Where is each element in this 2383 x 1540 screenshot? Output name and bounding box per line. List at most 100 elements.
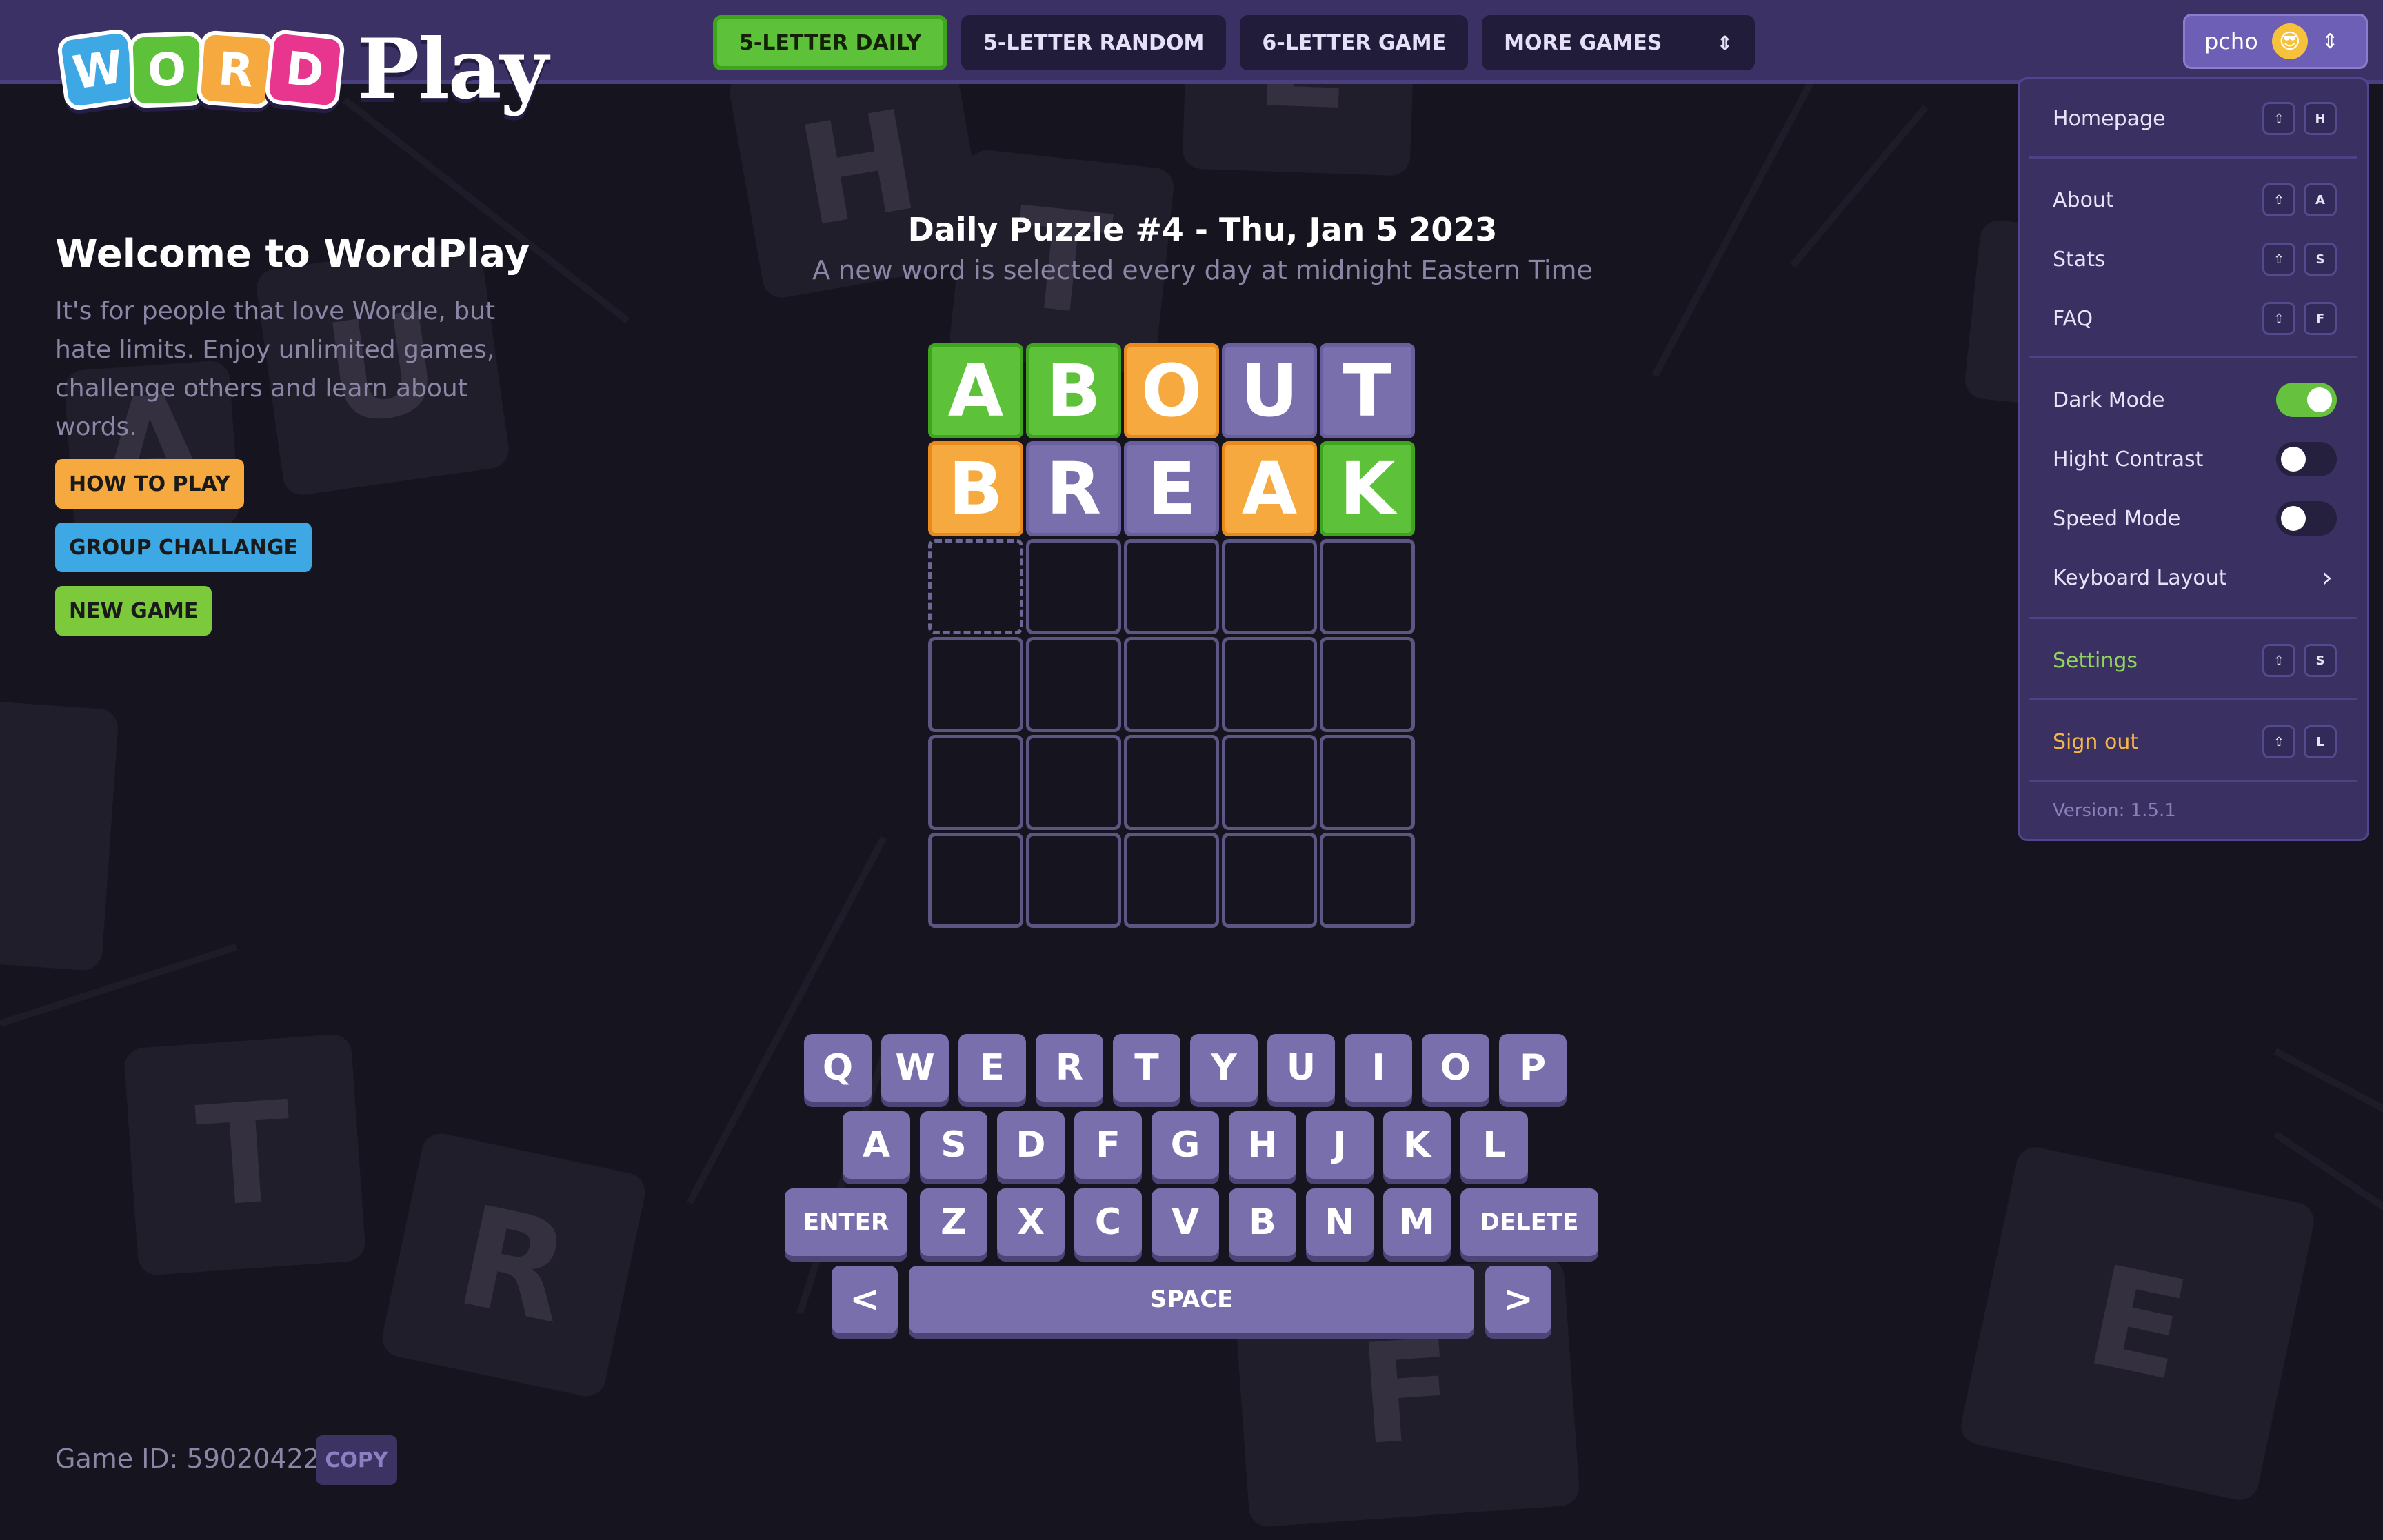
board-cell: A: [928, 343, 1023, 438]
key-j[interactable]: J: [1306, 1111, 1374, 1179]
version-label: Version: 1.5.1: [2053, 800, 2176, 821]
key-t[interactable]: T: [1113, 1034, 1180, 1102]
board-cell: [1026, 637, 1121, 732]
key-d[interactable]: D: [997, 1111, 1065, 1179]
key-a[interactable]: A: [843, 1111, 910, 1179]
key-left-arrow[interactable]: <: [832, 1266, 898, 1333]
board-cell: [1320, 637, 1415, 732]
menu-item-label: Hight Contrast: [2053, 447, 2204, 472]
key-g[interactable]: G: [1152, 1111, 1219, 1179]
key-space[interactable]: SPACE: [909, 1266, 1474, 1333]
key-u[interactable]: U: [1267, 1034, 1335, 1102]
menu-item-faq[interactable]: FAQ ⇧ F: [2020, 294, 2367, 343]
key-q[interactable]: Q: [804, 1034, 872, 1102]
key-s[interactable]: S: [920, 1111, 987, 1179]
key-f[interactable]: F: [1074, 1111, 1142, 1179]
key-enter[interactable]: ENTER: [785, 1188, 907, 1256]
dark-mode-toggle[interactable]: [2276, 383, 2337, 417]
how-to-play-button[interactable]: HOW TO PLAY: [55, 459, 244, 509]
shortcut-key: F: [2304, 302, 2337, 335]
board-cell: O: [1124, 343, 1219, 438]
menu-item-label: Speed Mode: [2053, 506, 2181, 531]
key-k[interactable]: K: [1383, 1111, 1451, 1179]
key-z[interactable]: Z: [920, 1188, 987, 1256]
chevron-right-icon: ›: [2322, 562, 2333, 594]
board-cell: U: [1222, 343, 1317, 438]
menu-item-label: Homepage: [2053, 106, 2166, 131]
board-cell: [928, 637, 1023, 732]
board-cell: [928, 833, 1023, 928]
key-b[interactable]: B: [1229, 1188, 1296, 1256]
five-letter-daily-button[interactable]: 5-LETTER DAILY: [713, 15, 948, 70]
updown-chevron-icon: ⇕: [1716, 31, 1733, 54]
board-cell: [1124, 539, 1219, 634]
board-cell: T: [1320, 343, 1415, 438]
bg-tile: R: [379, 1130, 649, 1400]
board-cell: R: [1026, 441, 1121, 536]
key-r[interactable]: R: [1036, 1034, 1103, 1102]
board-cell: B: [1026, 343, 1121, 438]
key-v[interactable]: V: [1152, 1188, 1219, 1256]
user-menu-button[interactable]: pcho 😎 ⇕: [2183, 14, 2368, 69]
key-x[interactable]: X: [997, 1188, 1065, 1256]
menu-item-label: Sign out: [2053, 729, 2139, 754]
menu-item-label: Dark Mode: [2053, 387, 2165, 412]
key-m[interactable]: M: [1383, 1188, 1451, 1256]
menu-item-high-contrast[interactable]: Hight Contrast: [2020, 435, 2367, 483]
board-cell: [1320, 735, 1415, 830]
group-challenge-button[interactable]: GROUP CHALLANGE: [55, 523, 312, 572]
menu-item-label: Keyboard Layout: [2053, 565, 2227, 590]
shortcut-keys: ⇧ H: [2262, 102, 2337, 135]
key-delete[interactable]: DELETE: [1460, 1188, 1598, 1256]
board-cell: [1124, 833, 1219, 928]
avatar: 😎: [2271, 23, 2308, 59]
menu-item-label: FAQ: [2053, 306, 2093, 331]
shift-key-icon: ⇧: [2262, 644, 2295, 677]
key-w[interactable]: W: [881, 1034, 949, 1102]
five-letter-random-button[interactable]: 5-LETTER RANDOM: [961, 15, 1227, 70]
logo-tile-w: W: [56, 27, 140, 112]
wordplay-logo[interactable]: W O R D Play: [56, 21, 548, 118]
menu-item-homepage[interactable]: Homepage ⇧ H: [2020, 94, 2367, 143]
key-c[interactable]: C: [1074, 1188, 1142, 1256]
board-cell: [1222, 539, 1317, 634]
menu-item-settings[interactable]: Settings ⇧ S: [2020, 636, 2367, 685]
speed-mode-toggle[interactable]: [2276, 501, 2337, 536]
menu-item-keyboard-layout[interactable]: Keyboard Layout ›: [2020, 554, 2367, 602]
key-n[interactable]: N: [1306, 1188, 1374, 1256]
board-cell: [1320, 539, 1415, 634]
welcome-text: It's for people that love Wordle, but ha…: [55, 297, 496, 441]
board-cell: B: [928, 441, 1023, 536]
top-bar: W O R D Play 5-LETTER DAILY 5-LETTER RAN…: [0, 0, 2383, 118]
menu-item-sign-out[interactable]: Sign out ⇧ L: [2020, 718, 2367, 766]
key-l[interactable]: L: [1460, 1111, 1528, 1179]
key-y[interactable]: Y: [1190, 1034, 1258, 1102]
board-cell: [1320, 833, 1415, 928]
shift-key-icon: ⇧: [2262, 302, 2295, 335]
new-game-button[interactable]: NEW GAME: [55, 586, 212, 636]
copy-game-id-button[interactable]: COPY: [316, 1435, 397, 1485]
board-cell: [1124, 637, 1219, 732]
key-e[interactable]: E: [958, 1034, 1026, 1102]
shift-key-icon: ⇧: [2262, 725, 2295, 758]
logo-word-play: Play: [357, 21, 548, 118]
menu-item-speed-mode[interactable]: Speed Mode: [2020, 494, 2367, 543]
user-dropdown-menu: Homepage ⇧ H About ⇧ A Stats ⇧ S FAQ ⇧ F…: [2018, 77, 2369, 841]
key-i[interactable]: I: [1345, 1034, 1412, 1102]
bg-tile: E: [1958, 1144, 2317, 1503]
key-h[interactable]: H: [1229, 1111, 1296, 1179]
key-p[interactable]: P: [1499, 1034, 1567, 1102]
key-right-arrow[interactable]: >: [1485, 1266, 1551, 1333]
high-contrast-toggle[interactable]: [2276, 442, 2337, 476]
puzzle-subtitle: A new word is selected every day at midn…: [812, 255, 1593, 285]
shortcut-key: H: [2304, 102, 2337, 135]
board-cell: [928, 539, 1023, 634]
logo-tile-r: R: [196, 29, 276, 110]
more-games-label: MORE GAMES: [1504, 30, 1662, 55]
board-cell: [1124, 735, 1219, 830]
key-o[interactable]: O: [1422, 1034, 1489, 1102]
more-games-select[interactable]: MORE GAMES ⇕: [1482, 15, 1756, 70]
menu-item-dark-mode[interactable]: Dark Mode: [2020, 376, 2367, 424]
six-letter-game-button[interactable]: 6-LETTER GAME: [1240, 15, 1469, 70]
puzzle-title: Daily Puzzle #4 - Thu, Jan 5 2023: [907, 211, 1498, 248]
